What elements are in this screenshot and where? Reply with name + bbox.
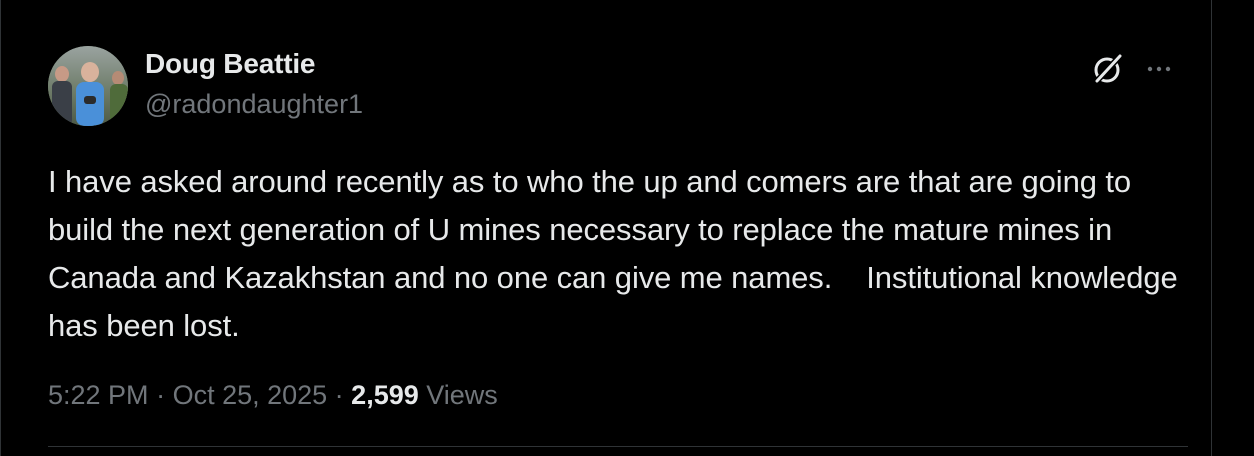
- divider: [48, 446, 1188, 447]
- views-label: Views: [418, 380, 498, 410]
- views-count[interactable]: 2,599: [351, 380, 419, 410]
- tweet-text: I have asked around recently as to who t…: [48, 164, 1187, 343]
- column-border-right: [1211, 0, 1212, 456]
- tweet-date[interactable]: Oct 25, 2025: [173, 380, 328, 410]
- author-name[interactable]: Doug Beattie: [145, 48, 315, 80]
- meta-separator: ·: [327, 380, 352, 410]
- meta-separator: ·: [148, 380, 173, 410]
- grok-icon[interactable]: [1091, 52, 1125, 86]
- profile-photo-icon: [48, 46, 128, 126]
- tweet: Doug Beattie @radondaughter1 I have aske…: [0, 0, 1211, 456]
- avatar[interactable]: [48, 46, 128, 126]
- tweet-meta: 5:22 PM · Oct 25, 2025 · 2,599 Views: [48, 380, 498, 411]
- more-icon[interactable]: [1142, 52, 1176, 86]
- author-handle[interactable]: @radondaughter1: [145, 89, 363, 120]
- tweet-time[interactable]: 5:22 PM: [48, 380, 149, 410]
